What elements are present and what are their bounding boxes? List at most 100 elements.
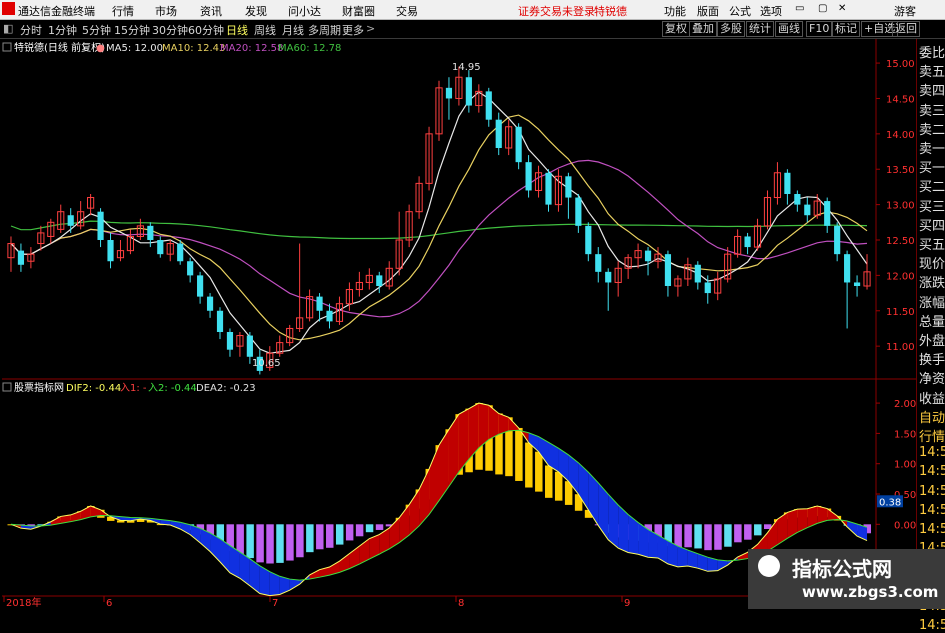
- menu-zixun[interactable]: 资讯: [200, 3, 222, 19]
- chevron-right-icon[interactable]: >: [366, 22, 375, 35]
- period-60min[interactable]: 60分钟: [188, 22, 224, 38]
- tool-huaxian[interactable]: 画线: [775, 21, 803, 37]
- side-panel-item: 卖四: [919, 84, 945, 100]
- macd-ribbon-segment: [419, 468, 430, 526]
- ma10-label: MA10: 12.43: [162, 43, 225, 54]
- side-panel-item: 卖五: [919, 65, 945, 81]
- minimize-button[interactable]: ▭: [795, 3, 804, 14]
- period-15min[interactable]: 15分钟: [114, 22, 150, 38]
- menu-gongneng[interactable]: 功能: [664, 3, 686, 19]
- menu-wenxiaoda[interactable]: 问小达: [288, 3, 321, 19]
- macd-ribbon-segment: [717, 559, 728, 571]
- macd-ribbon-segment: [618, 504, 629, 553]
- side-panel-item: 收益: [919, 391, 945, 407]
- candle: [545, 169, 552, 212]
- macd-bar: [734, 524, 742, 543]
- candle: [784, 169, 791, 205]
- period-monthly[interactable]: 月线: [282, 22, 304, 38]
- watermark-logo-icon: [758, 555, 780, 577]
- dea-label: DEA2: -0.23: [196, 383, 256, 394]
- menu-gongshi[interactable]: 公式: [729, 3, 751, 19]
- menu-shichang[interactable]: 市场: [155, 3, 177, 19]
- tool-fuquan[interactable]: 复权: [662, 21, 690, 37]
- macd-bar: [744, 524, 752, 540]
- macd-ribbon-segment: [448, 414, 459, 487]
- side-panel-item: 14:50: [919, 464, 945, 480]
- menu-jiaoyi[interactable]: 交易: [396, 3, 418, 19]
- period-fenshi[interactable]: 分时: [20, 22, 42, 38]
- macd-bar: [355, 524, 364, 537]
- indicator-tick-label: 1.50: [894, 429, 916, 440]
- menu-banmian[interactable]: 版面: [697, 3, 719, 19]
- side-panel-item: 净资: [919, 372, 945, 388]
- period-5min[interactable]: 5分钟: [82, 22, 111, 38]
- user-guest[interactable]: 游客: [894, 3, 916, 19]
- candle: [425, 126, 433, 191]
- price-tick-label: 15.00: [886, 59, 915, 70]
- period-more[interactable]: 更多: [342, 22, 364, 38]
- macd-bar: [236, 524, 244, 554]
- main-panel-title: 特锐德(日线 前复权): [14, 41, 105, 54]
- tool-biaoji[interactable]: 标记: [832, 21, 860, 37]
- candle: [485, 87, 492, 127]
- current-stock: 特锐德: [594, 5, 627, 18]
- candle: [694, 261, 701, 290]
- candle: [226, 328, 234, 357]
- candle: [634, 243, 642, 269]
- menu-caifuquan[interactable]: 财富圈: [342, 3, 375, 19]
- candle: [595, 247, 602, 283]
- login-status[interactable]: 证券交易未登录: [518, 3, 595, 19]
- kline-chart[interactable]: 15.00 14.50 14.00 13.50 13.00 12.50 12.00 11.50…: [0, 39, 945, 609]
- macd-bar: [714, 524, 722, 550]
- period-daily[interactable]: 日线: [226, 22, 248, 38]
- candle: [684, 257, 692, 286]
- macd-ribbon-segment: [429, 445, 439, 515]
- back-icon[interactable]: ◧: [3, 22, 13, 35]
- period-30min[interactable]: 30分钟: [152, 22, 188, 38]
- candle: [863, 254, 871, 290]
- side-panel-item: 买四: [919, 218, 945, 234]
- period-weekly[interactable]: 周线: [254, 22, 276, 38]
- macd-bar: [246, 524, 254, 559]
- tool-f10[interactable]: F10: [806, 21, 833, 37]
- tool-tongji[interactable]: 统计: [746, 21, 774, 37]
- candle: [306, 289, 314, 322]
- candle: [794, 190, 801, 212]
- close-button[interactable]: ✕: [838, 3, 846, 14]
- menu-faxian[interactable]: 发现: [245, 3, 267, 19]
- macd-bar: [276, 524, 284, 563]
- period-multi[interactable]: 多周期: [308, 22, 341, 38]
- side-panel-item: 14:50: [919, 483, 945, 499]
- macd-bar: [326, 524, 334, 548]
- candle: [853, 275, 861, 297]
- candle: [804, 197, 811, 223]
- restore-button[interactable]: ▢: [818, 3, 827, 14]
- price-tick-label: 12.50: [886, 236, 915, 247]
- date-tick-label: 8: [458, 598, 464, 609]
- period-1min[interactable]: 1分钟: [48, 22, 77, 38]
- candle: [763, 190, 772, 230]
- ma60-line: [10, 220, 868, 240]
- side-panel-item: 外盘: [919, 334, 945, 349]
- candle: [465, 70, 472, 113]
- menu-hangqing[interactable]: 行情: [112, 3, 134, 19]
- candle: [365, 268, 373, 290]
- tool-duogu[interactable]: 多股: [717, 21, 745, 37]
- app-title: 通达信金融终端: [18, 5, 95, 18]
- macd-bar: [365, 524, 374, 533]
- candle: [57, 204, 65, 233]
- in2-label: 入2: -0.44: [148, 383, 197, 394]
- date-tick-label: 9: [624, 598, 630, 609]
- macd-bar: [296, 524, 304, 558]
- side-panel-item: 14:50: [919, 445, 945, 461]
- candle: [316, 293, 323, 322]
- tool-diejia[interactable]: 叠加: [689, 21, 717, 37]
- side-panel-item: 总量: [919, 314, 945, 330]
- ma20-line: [10, 159, 868, 318]
- side-panel-item: 涨幅: [919, 295, 945, 311]
- menu-xuanxiang[interactable]: 选项: [760, 3, 782, 19]
- side-panel-item: 买一: [919, 161, 945, 177]
- tool-fanhui[interactable]: 返回: [892, 21, 920, 37]
- side-panel-item: 换手: [919, 353, 945, 369]
- candle: [216, 307, 224, 340]
